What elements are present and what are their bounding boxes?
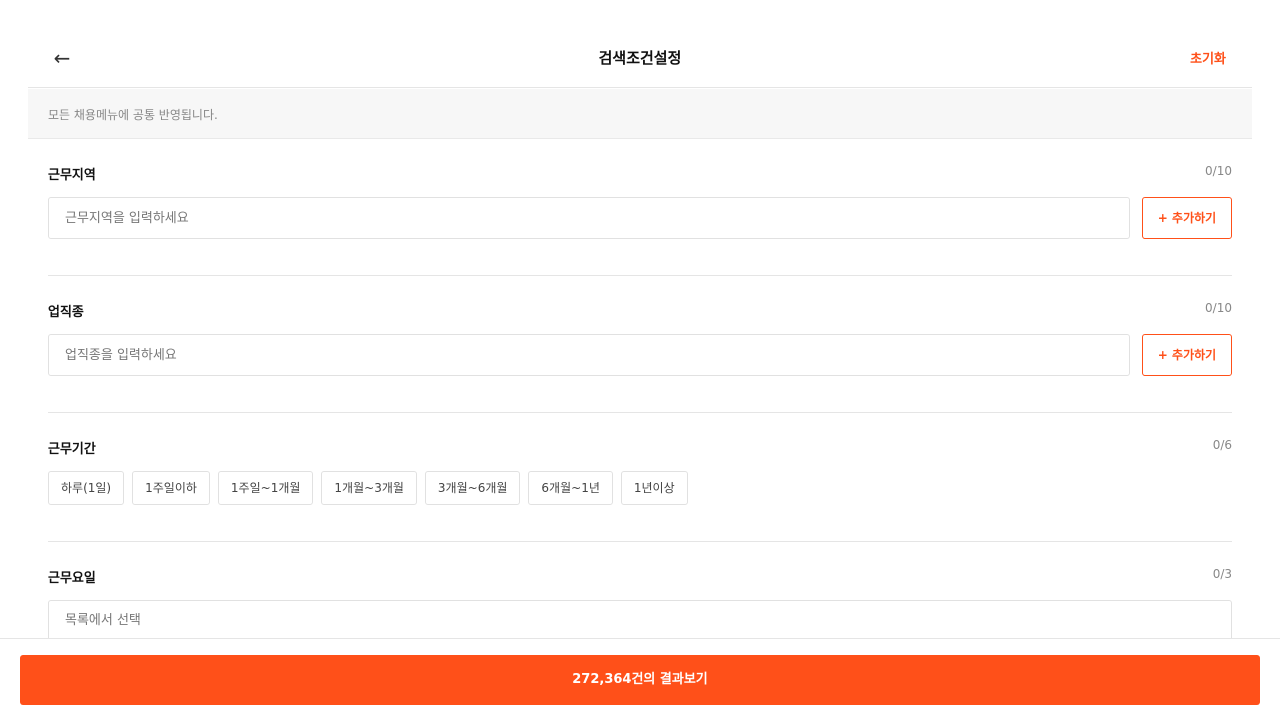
period-chip[interactable]: 3개월~6개월	[424, 471, 521, 505]
job-count: 0/10	[1205, 301, 1232, 315]
divider	[48, 412, 1232, 413]
job-add-button[interactable]: + 추가하기	[1142, 334, 1232, 376]
notice-text: 모든 채용메뉴에 공통 반영됩니다.	[48, 108, 218, 122]
job-title: 업직종	[48, 305, 84, 320]
period-count: 0/6	[1212, 438, 1232, 452]
page-title: 검색조건설정	[598, 49, 682, 67]
divider	[48, 541, 1232, 542]
notice-banner: 모든 채용메뉴에 공통 반영됩니다.	[28, 89, 1252, 139]
period-chip[interactable]: 1주일~1개월	[217, 471, 314, 505]
reset-button[interactable]: 초기화	[1190, 48, 1226, 67]
bottom-bar: 272,364건의 결과보기	[0, 638, 1280, 720]
job-input[interactable]	[48, 334, 1130, 376]
period-chip[interactable]: 하루(1일)	[48, 471, 125, 505]
divider	[48, 275, 1232, 276]
weekday-title: 근무요일	[48, 571, 96, 586]
weekday-count: 0/3	[1212, 567, 1232, 581]
region-add-button[interactable]: + 추가하기	[1142, 197, 1232, 239]
page-header: ← 검색조건설정 초기화	[28, 28, 1252, 88]
period-chip[interactable]: 1개월~3개월	[321, 471, 417, 505]
period-section: 근무기간 0/6 하루(1일) 1주일이하 1주일~1개월 1개월~3개월 3개…	[48, 438, 1232, 506]
region-title: 근무지역	[48, 168, 96, 183]
period-title: 근무기간	[48, 442, 96, 457]
period-chip[interactable]: 6개월~1년	[528, 471, 613, 505]
weekday-section: 근무요일 0/3 목록에서 선택	[48, 567, 1232, 647]
weekday-select[interactable]: 목록에서 선택	[48, 600, 1232, 642]
period-chip[interactable]: 1주일이하	[132, 471, 210, 505]
region-count: 0/10	[1205, 164, 1232, 178]
view-results-button[interactable]: 272,364건의 결과보기	[20, 655, 1260, 705]
period-chip-group: 하루(1일) 1주일이하 1주일~1개월 1개월~3개월 3개월~6개월 6개월…	[48, 471, 688, 505]
region-input[interactable]	[48, 197, 1130, 239]
job-section: 업직종 0/10 + 추가하기	[48, 301, 1232, 377]
region-section: 근무지역 0/10 + 추가하기	[48, 164, 1232, 240]
period-chip[interactable]: 1년이상	[620, 471, 688, 505]
